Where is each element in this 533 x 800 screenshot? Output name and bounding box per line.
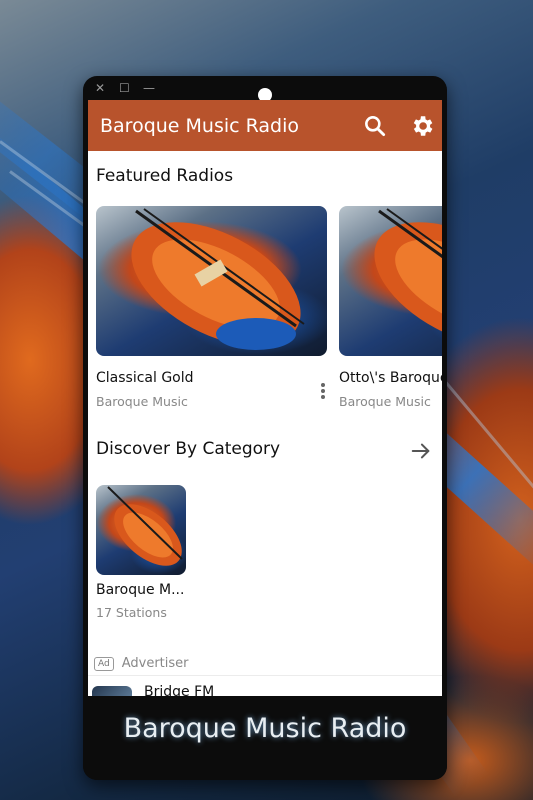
promo-caption: Baroque Music Radio [123, 713, 407, 744]
radio-artwork [96, 206, 327, 356]
violin-image [107, 486, 183, 566]
more-options-icon[interactable] [317, 381, 329, 403]
ad-header: Ad Advertiser [94, 656, 189, 671]
featured-card[interactable]: Otto\'s Baroque Baroque Music [339, 206, 442, 409]
radio-genre: Baroque Music [339, 394, 431, 409]
discover-section-title: Discover By Category [96, 439, 281, 459]
gear-icon[interactable] [409, 113, 435, 139]
category-artwork [96, 485, 186, 575]
ad-advertiser-label: Advertiser [121, 656, 189, 671]
phone-frame: ✕ ☐ — Baroque Music Radio Featured Radio… [83, 76, 447, 780]
minimize-window-icon[interactable]: — [143, 81, 155, 95]
ad-item-name[interactable]: Bridge FM [144, 684, 214, 696]
arrow-right-icon[interactable] [410, 440, 432, 462]
app-screen: Baroque Music Radio Featured Radios Clas… [88, 100, 442, 696]
ad-badge: Ad [94, 656, 114, 671]
app-bar: Baroque Music Radio [88, 100, 442, 151]
radio-name: Otto\'s Baroque [339, 370, 442, 386]
category-name: Baroque M... [96, 582, 185, 598]
violin-image [374, 208, 442, 346]
violin-image [131, 208, 305, 350]
featured-section-title: Featured Radios [96, 166, 234, 186]
featured-card[interactable]: Classical Gold Baroque Music [96, 206, 327, 409]
category-station-count: 17 Stations [96, 605, 167, 620]
divider [88, 675, 442, 676]
maximize-window-icon[interactable]: ☐ [119, 81, 130, 95]
radio-artwork [339, 206, 442, 356]
radio-name: Classical Gold [96, 370, 194, 386]
close-window-icon[interactable]: ✕ [95, 81, 105, 95]
radio-genre: Baroque Music [96, 394, 188, 409]
category-card[interactable] [96, 485, 186, 575]
search-icon[interactable] [362, 113, 388, 139]
ad-thumbnail[interactable] [92, 686, 132, 696]
app-title: Baroque Music Radio [100, 114, 300, 137]
